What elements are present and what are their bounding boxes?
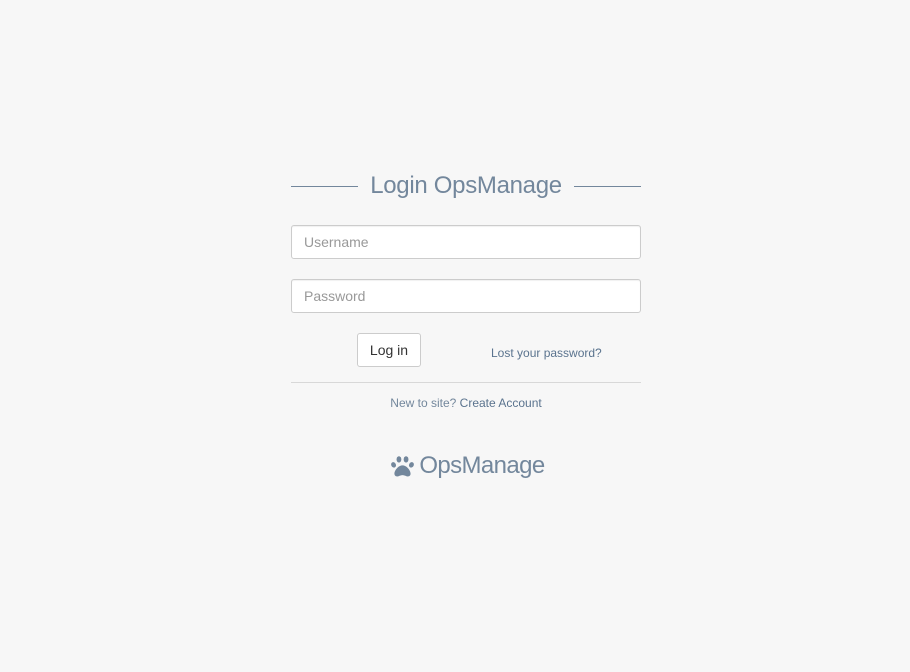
login-heading: Login OpsManage [291,168,642,204]
heading-line-right [573,185,642,187]
brand: OpsManage [294,451,641,481]
signup-prompt: New to site? [390,396,457,410]
login-actions: Log in Lost your password? [291,333,641,367]
login-button[interactable]: Log in [357,333,421,367]
username-input[interactable] [291,225,641,259]
paw-icon [391,455,415,476]
page-title: Login OpsManage [370,172,562,199]
password-input[interactable] [291,279,641,313]
login-form: Login OpsManage Log in Lost your passwor… [291,168,642,481]
brand-name: OpsManage [419,452,545,479]
heading-line-left [291,185,359,187]
create-account-link[interactable]: Create Account [460,396,542,410]
lost-password-link[interactable]: Lost your password? [491,346,602,360]
separator [291,382,641,383]
signup-row: New to site? Create Account [291,396,641,410]
